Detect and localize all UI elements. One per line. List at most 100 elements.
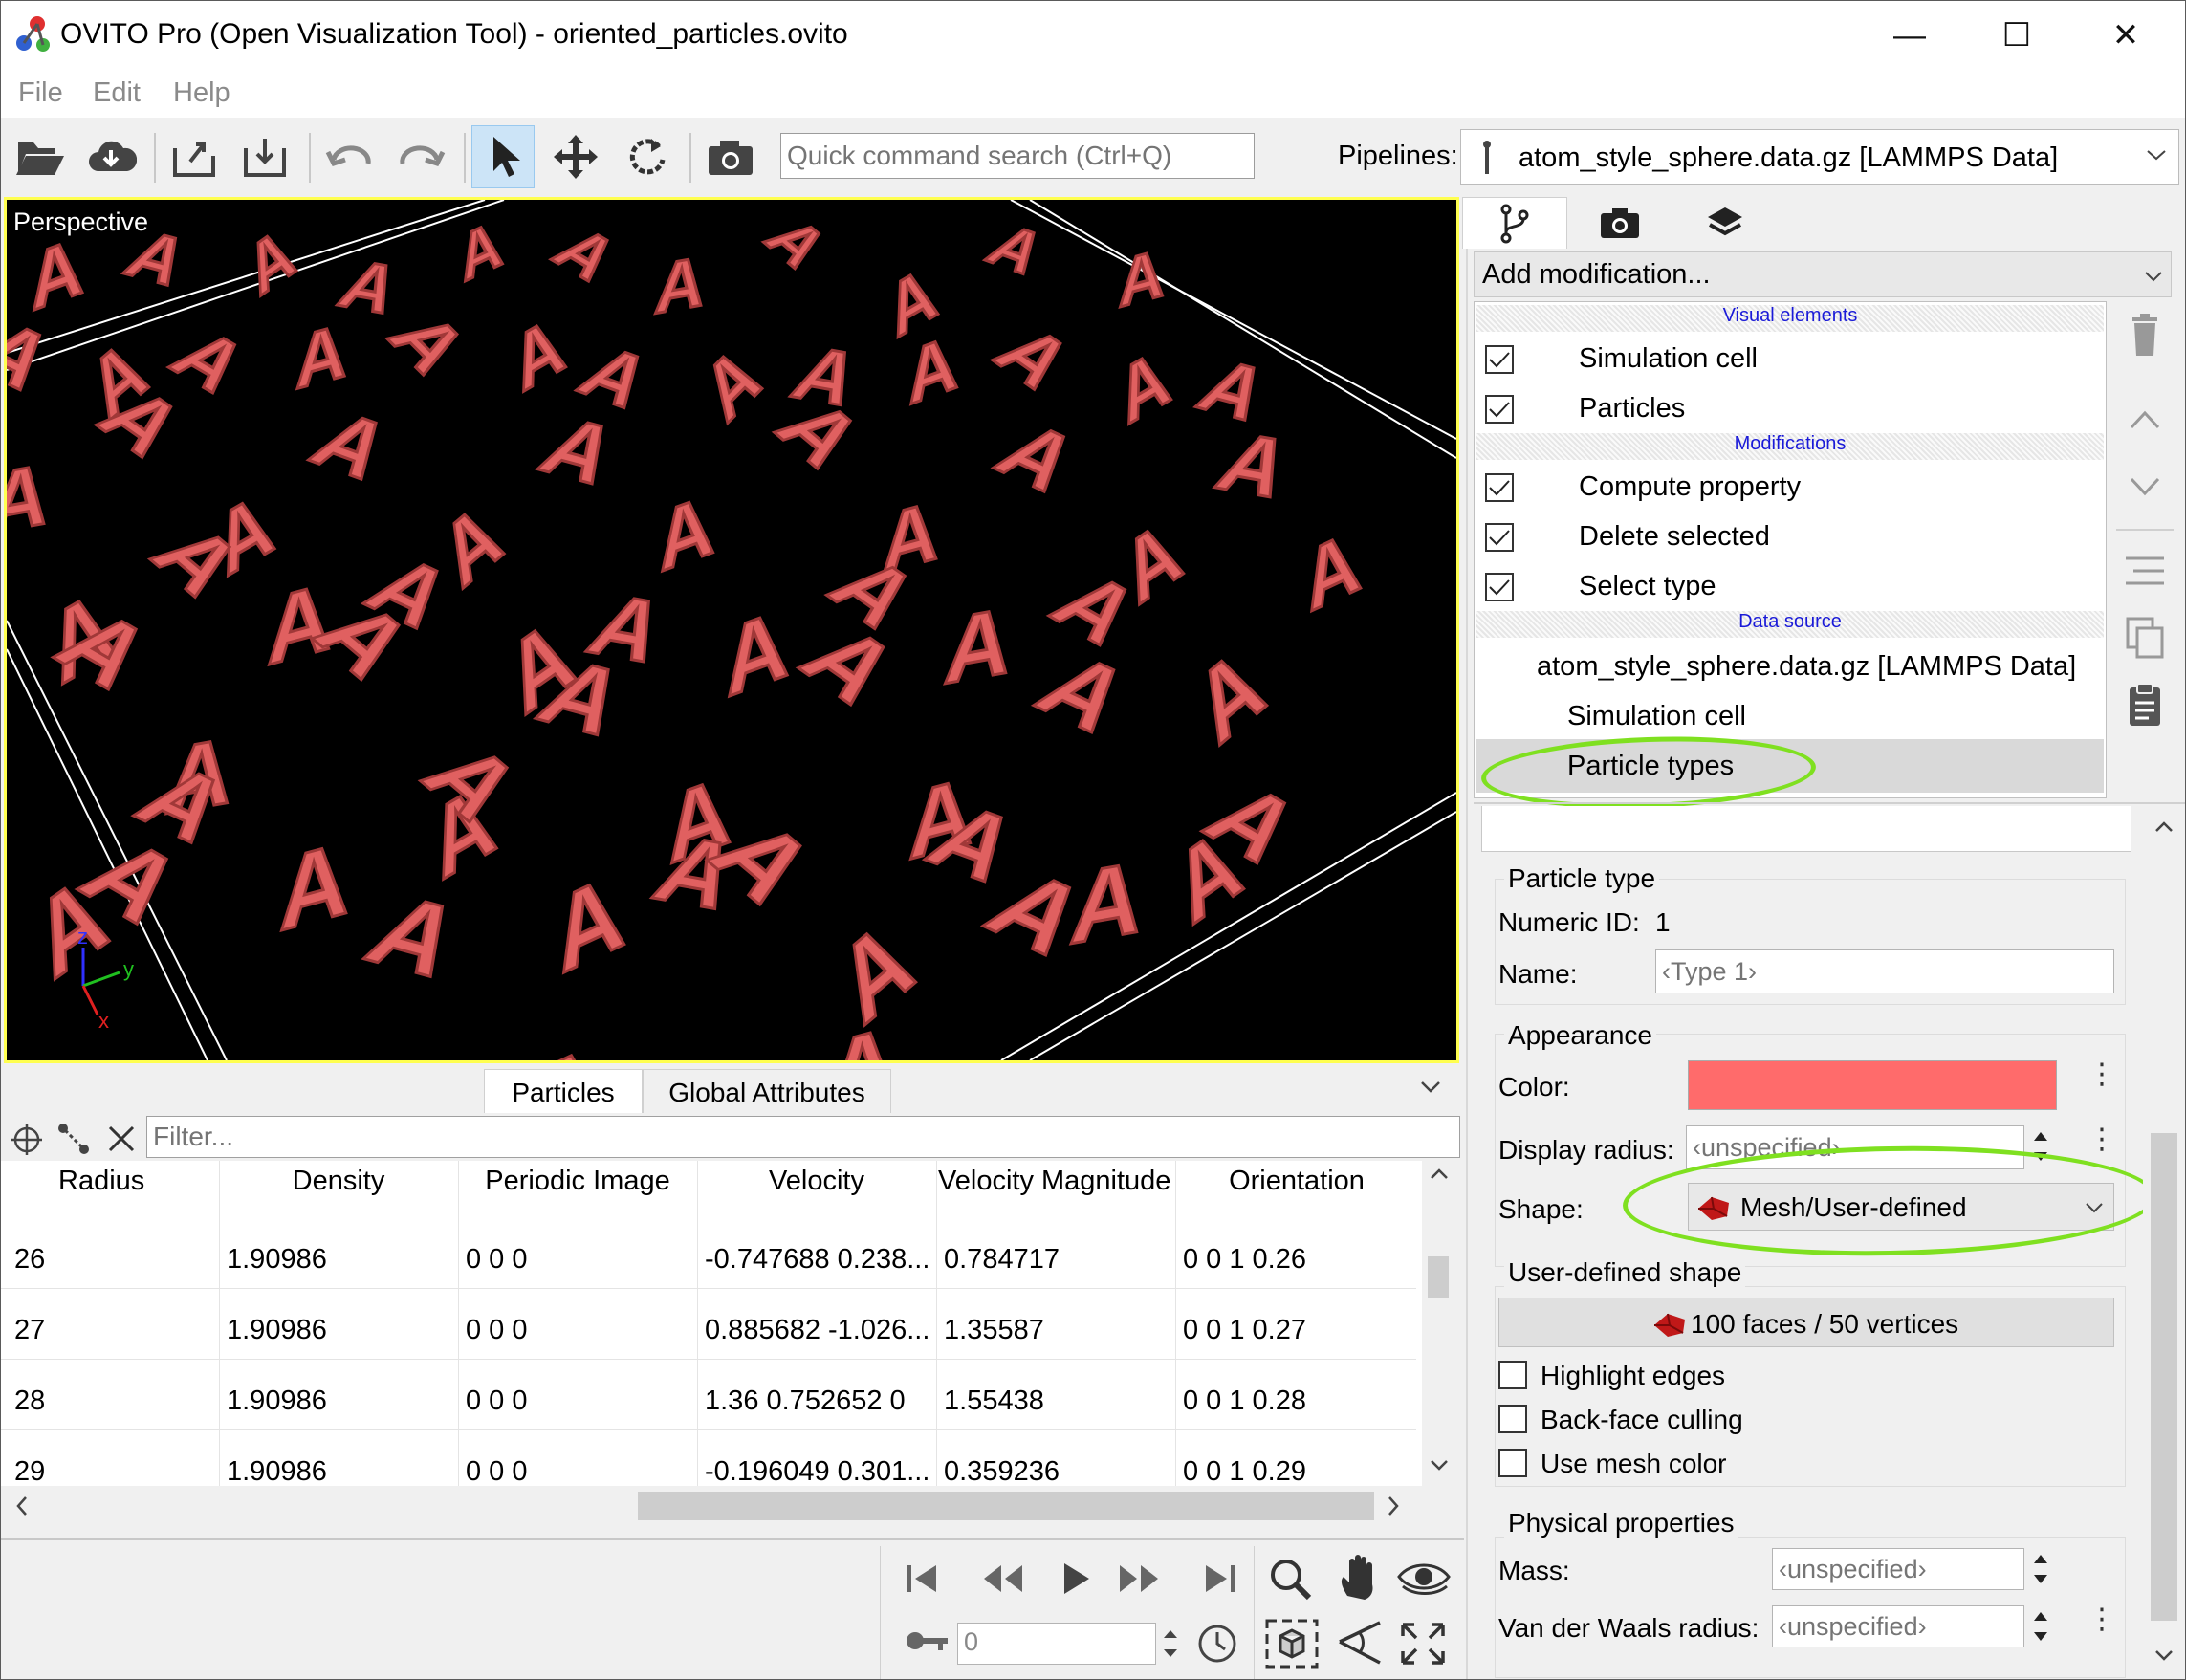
export-icon[interactable] (164, 125, 227, 188)
frame-spinner-input[interactable]: 0 (957, 1623, 1156, 1665)
maximize-button[interactable]: ☐ (1969, 1, 2065, 70)
scroll-up-icon[interactable] (1430, 1167, 1449, 1182)
menu-help[interactable]: Help (173, 77, 230, 109)
move-icon[interactable] (544, 125, 607, 188)
frame-spinner-arrows-icon[interactable] (1160, 1623, 1181, 1665)
mass-spinner-icon[interactable] (2030, 1548, 2051, 1590)
import-icon[interactable] (234, 125, 297, 188)
vdw-spinner-icon[interactable] (2030, 1605, 2051, 1647)
scroll-up-icon[interactable] (2154, 819, 2174, 835)
color-options-icon[interactable]: ⋮ (2088, 1060, 2116, 1089)
col-periodic-image[interactable]: Periodic Image (460, 1166, 695, 1197)
move-up-icon[interactable] (2116, 393, 2174, 447)
collapse-chevron-icon[interactable] (1420, 1080, 1441, 1095)
color-picker-swatch[interactable] (1688, 1060, 2057, 1110)
measure-distance-icon[interactable] (56, 1122, 91, 1156)
pipeline-item-data-source[interactable]: atom_style_sphere.data.gz [LAMMPS Data] (1537, 651, 2076, 683)
ovito-logo-icon (16, 16, 50, 52)
animation-settings-clock-icon[interactable] (1196, 1623, 1238, 1665)
load-mesh-button[interactable]: 100 faces / 50 vertices (1498, 1298, 2114, 1347)
hscroll-thumb[interactable] (638, 1492, 1374, 1520)
play-icon[interactable] (1057, 1560, 1095, 1598)
jump-start-icon[interactable] (904, 1560, 942, 1598)
mass-input[interactable] (1772, 1548, 2024, 1590)
maximize-viewport-icon[interactable] (1399, 1621, 1447, 1667)
scroll-down-icon[interactable] (1430, 1457, 1449, 1473)
particle-glyph: A (1017, 636, 1151, 750)
move-down-icon[interactable] (2116, 460, 2174, 513)
pipeline-selector[interactable]: atom_style_sphere.data.gz [LAMMPS Data] (1460, 129, 2179, 185)
filter-input[interactable] (146, 1116, 1460, 1158)
add-modification-dropdown[interactable]: Add modification... (1474, 251, 2172, 297)
pipeline-item-simulation-cell[interactable]: Simulation cell (1579, 343, 1758, 375)
backface-culling-checkbox[interactable] (1498, 1405, 1527, 1433)
close-button[interactable]: ✕ (2078, 1, 2174, 70)
scroll-down-icon[interactable] (2154, 1647, 2174, 1663)
scroll-thumb[interactable] (1428, 1256, 1449, 1298)
vdw-options-icon[interactable]: ⋮ (2088, 1605, 2116, 1634)
viewport-caption[interactable]: Perspective (13, 207, 148, 237)
key-icon[interactable] (904, 1626, 951, 1655)
step-back-icon[interactable] (980, 1560, 1026, 1598)
radius-options-icon[interactable]: ⋮ (2088, 1125, 2116, 1154)
menu-edit[interactable]: Edit (93, 77, 141, 109)
crosshair-pick-icon[interactable] (11, 1124, 43, 1156)
download-icon[interactable] (79, 125, 142, 188)
copy-icon[interactable] (2116, 611, 2174, 665)
col-velocity[interactable]: Velocity (699, 1166, 934, 1197)
redo-icon[interactable] (389, 125, 452, 188)
viewport-perspective[interactable]: AAAAAAAAAAAAAAAAAAAAAAAAAAAAAAAAAAAAAAAA… (4, 197, 1459, 1063)
properties-scroll-thumb[interactable] (2151, 1133, 2177, 1621)
pan-hand-icon[interactable] (1336, 1552, 1382, 1602)
tab-global-attributes[interactable]: Global Attributes (643, 1069, 891, 1113)
table-vertical-scrollbar[interactable] (1422, 1161, 1454, 1486)
manage-modifiers-icon[interactable] (2116, 544, 2174, 598)
pipeline-item-particles[interactable]: Particles (1579, 393, 1685, 425)
table-horizontal-scrollbar[interactable] (1, 1486, 1422, 1524)
rotate-icon[interactable] (615, 125, 678, 188)
clear-filter-icon[interactable] (106, 1124, 137, 1154)
scroll-right-icon[interactable] (1386, 1495, 1401, 1516)
step-forward-icon[interactable] (1116, 1560, 1162, 1598)
checkbox-particles[interactable] (1485, 395, 1514, 424)
orbit-eye-icon[interactable] (1397, 1558, 1451, 1596)
properties-scrollbar[interactable] (2143, 806, 2185, 1678)
undo-icon[interactable] (318, 125, 382, 188)
checkbox-compute-property[interactable] (1485, 473, 1514, 502)
pipeline-item-compute-property[interactable]: Compute property (1579, 471, 1801, 503)
zoom-icon[interactable] (1267, 1556, 1313, 1602)
zoom-scene-extents-icon[interactable] (1263, 1617, 1321, 1670)
checkbox-select-type[interactable] (1485, 573, 1514, 601)
delete-modifier-icon[interactable] (2116, 309, 2174, 362)
type-list-box[interactable] (1481, 806, 2131, 852)
jump-end-icon[interactable] (1200, 1560, 1238, 1598)
fov-icon[interactable] (1336, 1619, 1384, 1667)
checkbox-simulation-cell[interactable] (1485, 345, 1514, 374)
col-orientation[interactable]: Orientation (1177, 1166, 1416, 1197)
scroll-left-icon[interactable] (14, 1495, 30, 1516)
minimize-button[interactable]: — (1862, 1, 1957, 70)
pipeline-item-source-simulation-cell[interactable]: Simulation cell (1567, 701, 1746, 730)
pipeline-item-select-type[interactable]: Select type (1579, 571, 1716, 602)
selection-mode-icon[interactable] (471, 125, 535, 188)
vdw-radius-input[interactable] (1772, 1605, 2024, 1647)
particle-glyph: A (539, 215, 634, 293)
quick-command-search-input[interactable] (780, 133, 1255, 179)
col-velocity-magnitude[interactable]: Velocity Magnitude (938, 1166, 1173, 1197)
render-camera-icon[interactable] (699, 125, 762, 188)
tab-particles[interactable]: Particles (484, 1069, 643, 1113)
group-particle-type-label: Particle type (1504, 863, 1660, 894)
name-input[interactable] (1655, 949, 2114, 993)
checkbox-delete-selected[interactable] (1485, 523, 1514, 552)
use-mesh-color-checkbox[interactable] (1498, 1449, 1527, 1477)
col-radius[interactable]: Radius (58, 1166, 211, 1197)
clipboard-icon[interactable] (2116, 678, 2174, 731)
col-density[interactable]: Density (221, 1166, 456, 1197)
tab-render[interactable] (1567, 197, 1672, 249)
menu-file[interactable]: File (18, 77, 63, 109)
open-file-icon[interactable] (9, 125, 72, 188)
tab-pipeline[interactable] (1462, 197, 1567, 249)
tab-overlays[interactable] (1672, 197, 1778, 249)
pipeline-item-delete-selected[interactable]: Delete selected (1579, 521, 1770, 553)
highlight-edges-checkbox[interactable] (1498, 1361, 1527, 1389)
